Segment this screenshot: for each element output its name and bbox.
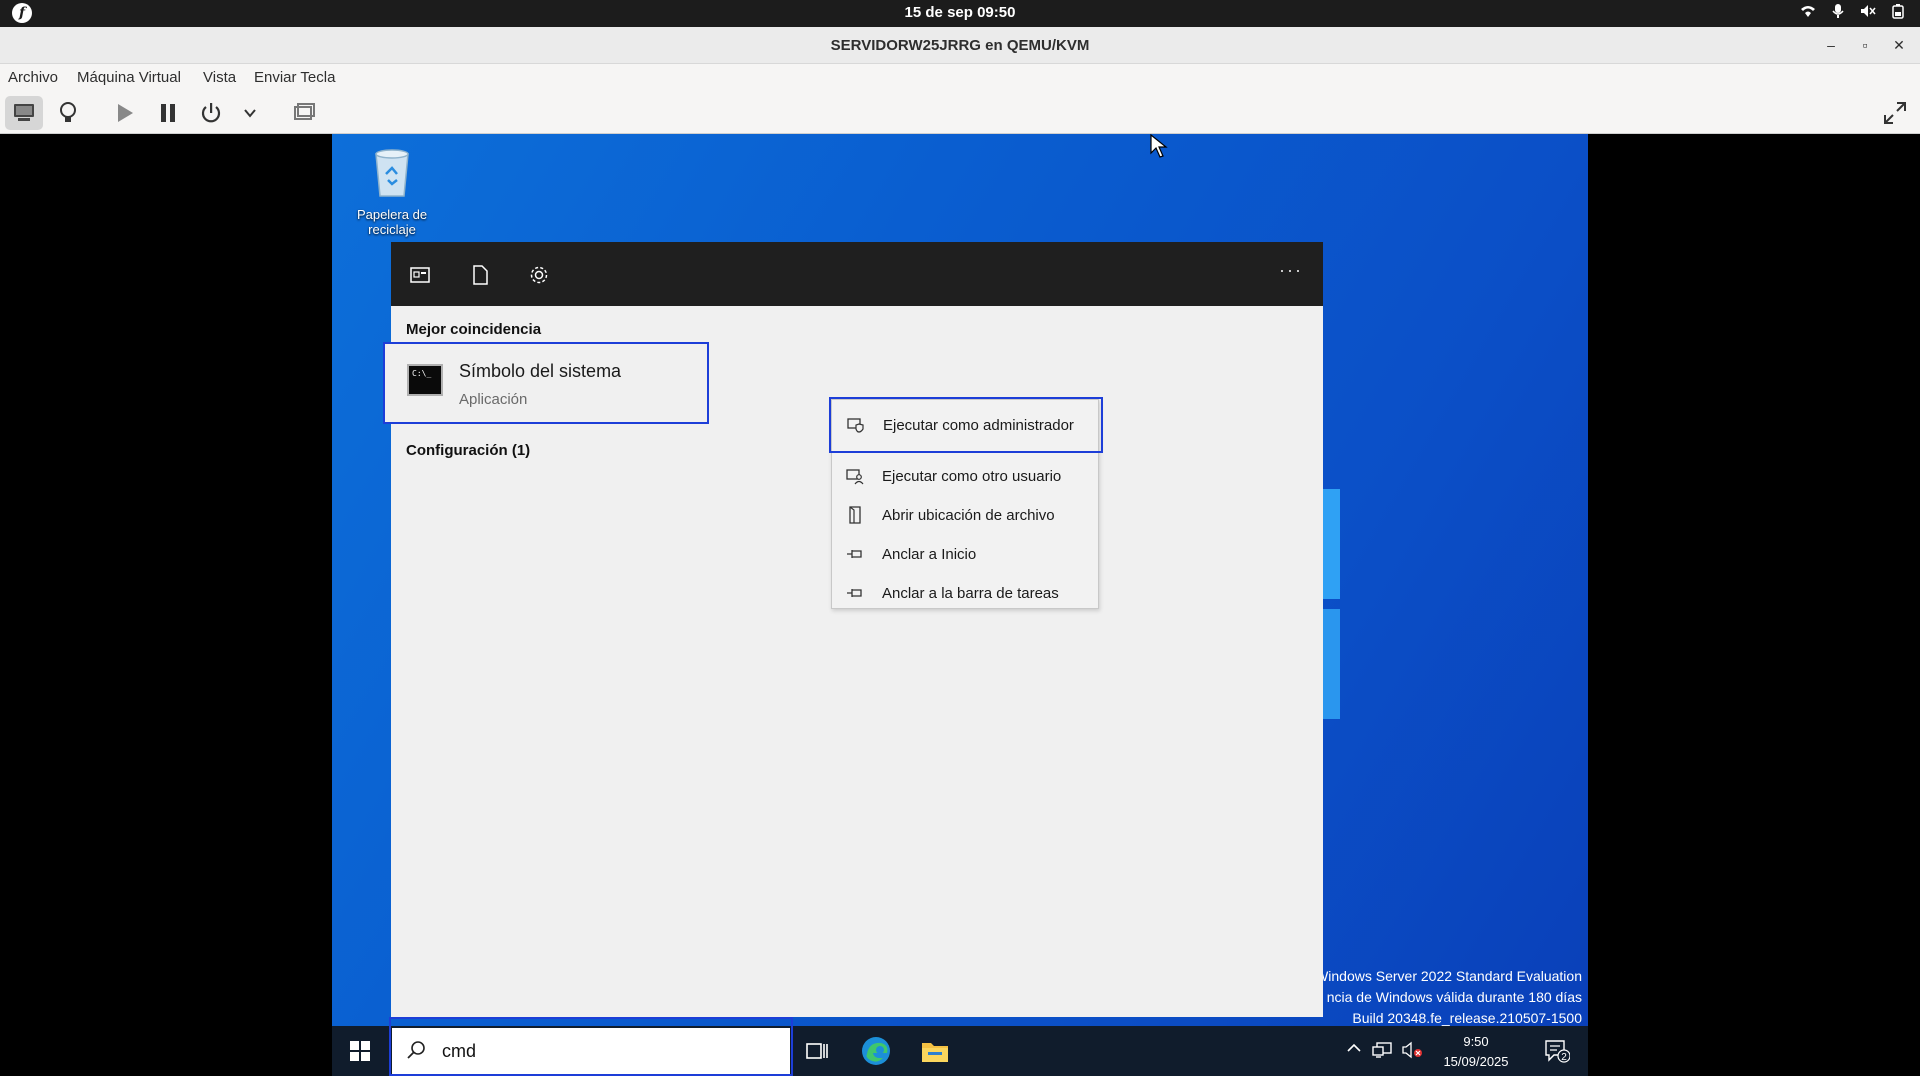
details-view-button[interactable]	[49, 96, 87, 130]
run-as-admin-menu-item[interactable]: Ejecutar como administrador	[829, 397, 1103, 453]
fullscreen-icon	[1884, 102, 1906, 124]
command-prompt-icon-text: C:\_	[412, 369, 432, 378]
watermark-line-2: ncia de Windows válida durante 180 días	[1326, 989, 1582, 1005]
menu-enviar-tecla[interactable]: Enviar Tecla	[254, 69, 335, 86]
windows-watermark: Windows Server 2022 Standard Evaluation …	[1315, 966, 1582, 1029]
menu-item-label: Abrir ubicación de archivo	[882, 507, 1055, 524]
shutdown-menu-button[interactable]	[231, 96, 269, 130]
taskbar-date: 15/09/2025	[1443, 1054, 1509, 1069]
snapshot-icon	[294, 103, 315, 120]
monitor-icon	[14, 104, 34, 121]
pause-button[interactable]	[149, 96, 187, 130]
context-menu: Ejecutar como administrador Ejecutar com…	[829, 397, 1103, 611]
best-match-title: Mejor coincidencia	[406, 321, 542, 338]
close-icon[interactable]: ✕	[1890, 35, 1908, 55]
pin-icon	[846, 545, 864, 563]
search-input[interactable]: cmd	[442, 1041, 476, 1062]
snapshots-button[interactable]	[285, 96, 323, 130]
taskbar-tray: 9:50 15/09/2025 2	[1328, 1026, 1588, 1076]
search-panel-header: ···	[391, 242, 1323, 306]
console-view-button[interactable]	[5, 96, 43, 130]
chevron-up-icon[interactable]	[1346, 1041, 1362, 1058]
result-name: Símbolo del sistema	[459, 361, 622, 381]
menu-vista[interactable]: Vista	[203, 69, 236, 86]
taskbar-clock[interactable]: 9:50 15/09/2025	[1436, 1032, 1516, 1072]
chevron-down-icon	[244, 109, 256, 118]
menu-item-label: Ejecutar como administrador	[883, 417, 1074, 434]
user-icon	[846, 467, 864, 485]
recycle-bin[interactable]: Papelera de reciclaje	[346, 146, 438, 237]
watermark-line-1: Windows Server 2022 Standard Evaluation	[1315, 968, 1582, 984]
more-options-icon[interactable]: ···	[1279, 260, 1303, 281]
lightbulb-icon	[60, 102, 76, 122]
start-button[interactable]	[332, 1026, 388, 1076]
task-view-icon[interactable]	[800, 1034, 834, 1068]
mouse-cursor-icon	[1150, 134, 1168, 158]
minimize-icon[interactable]: –	[1822, 35, 1840, 55]
vm-display[interactable]: Papelera de reciclaje Windows Server 202…	[332, 134, 1588, 1076]
recycle-bin-icon	[375, 149, 409, 197]
taskbar-search-box[interactable]: cmd	[392, 1028, 790, 1074]
fullscreen-button[interactable]	[1876, 96, 1914, 130]
menu-archivo[interactable]: Archivo	[8, 69, 58, 86]
taskbar-time: 9:50	[1463, 1034, 1489, 1049]
documents-filter-icon[interactable]	[469, 264, 491, 286]
shield-icon	[847, 416, 865, 434]
wifi-icon[interactable]	[1800, 3, 1816, 21]
maximize-icon[interactable]: ▫	[1856, 35, 1874, 55]
network-icon[interactable]	[1372, 1041, 1392, 1062]
menu-item-label: Ejecutar como otro usuario	[882, 468, 1062, 485]
menu-bar: Archivo Máquina Virtual Vista Enviar Tec…	[0, 64, 1920, 92]
best-match-result[interactable]: C:\_ Símbolo del sistema Aplicación	[383, 342, 709, 424]
command-prompt-icon: C:\_	[407, 364, 443, 396]
taskbar: cmd 9:50 15/09/2025 2	[332, 1017, 1588, 1076]
file-explorer-icon[interactable]	[918, 1034, 952, 1068]
pin-icon	[846, 584, 864, 602]
open-file-location-menu-item[interactable]: Abrir ubicación de archivo	[832, 497, 1098, 533]
run-button[interactable]	[106, 96, 144, 130]
window-title-bar[interactable]: SERVIDORW25JRRG en QEMU/KVM – ▫ ✕	[0, 27, 1920, 64]
recycle-bin-label-2: reciclaje	[368, 222, 416, 237]
menu-item-label: Anclar a la barra de tareas	[882, 585, 1059, 602]
windows-logo-icon	[350, 1041, 370, 1061]
pause-icon	[161, 104, 175, 122]
battery-icon[interactable]	[1890, 3, 1906, 21]
search-results-panel: ··· Mejor coincidencia C:\_ Símbolo del …	[383, 242, 1323, 1017]
power-icon	[201, 103, 221, 123]
search-icon	[406, 1040, 426, 1060]
windows-wallpaper-logo	[1322, 489, 1340, 719]
speaker-muted-icon[interactable]	[1860, 3, 1876, 21]
settings-section-title[interactable]: Configuración (1)	[406, 442, 530, 459]
volume-muted-icon[interactable]	[1402, 1041, 1424, 1062]
system-tray[interactable]	[1800, 3, 1906, 21]
shutdown-button[interactable]	[192, 96, 230, 130]
edge-browser-icon[interactable]	[859, 1034, 893, 1068]
file-location-icon	[846, 506, 864, 524]
settings-filter-icon[interactable]	[528, 264, 550, 286]
play-icon	[118, 104, 133, 122]
pin-to-start-menu-item[interactable]: Anclar a Inicio	[832, 536, 1098, 572]
recycle-bin-label-1: Papelera de	[356, 207, 428, 222]
window-title: SERVIDORW25JRRG en QEMU/KVM	[830, 37, 1090, 54]
toolbar	[0, 92, 1920, 134]
menu-item-label: Anclar a Inicio	[882, 546, 977, 563]
result-type: Aplicación	[459, 391, 528, 408]
pin-to-taskbar-menu-item[interactable]: Anclar a la barra de tareas	[832, 575, 1098, 611]
apps-filter-icon[interactable]	[409, 264, 431, 286]
run-as-other-user-menu-item[interactable]: Ejecutar como otro usuario	[832, 458, 1098, 494]
menu-maquina-virtual[interactable]: Máquina Virtual	[77, 69, 181, 86]
microphone-icon[interactable]	[1830, 3, 1846, 21]
system-top-bar: f 15 de sep 09:50	[0, 0, 1920, 27]
notification-count: 2	[1561, 1052, 1567, 1063]
notification-center-icon[interactable]: 2	[1544, 1039, 1571, 1063]
system-clock[interactable]: 15 de sep 09:50	[0, 4, 1920, 21]
